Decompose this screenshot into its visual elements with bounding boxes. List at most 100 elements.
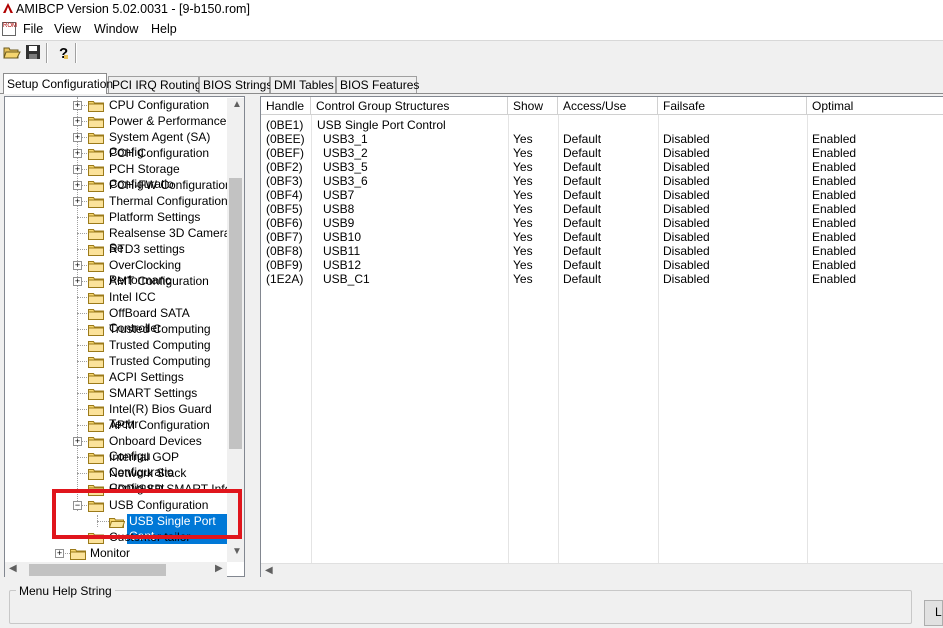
table-row[interactable]: (0BF3) USB3_6 Yes Default Disabled Enabled xyxy=(261,174,943,188)
tree-vertical-scroll-thumb[interactable] xyxy=(229,178,242,449)
column-header[interactable]: Access/Use xyxy=(558,97,658,115)
table-row[interactable]: (0BF7) USB10 Yes Default Disabled Enabled xyxy=(261,230,943,244)
expand-icon[interactable]: + xyxy=(73,181,82,190)
table-cell: (0BEE) xyxy=(266,132,305,146)
table-cell: Yes xyxy=(513,132,533,146)
table-row[interactable]: (1E2A) USB_C1 Yes Default Disabled Enabled xyxy=(261,272,943,286)
table-cell: Enabled xyxy=(812,244,857,258)
tree-item-label[interactable]: HDD/SSD SMART Infor xyxy=(109,482,235,497)
tab-pci-irq-routing[interactable]: PCI IRQ Routing xyxy=(108,76,201,93)
column-header[interactable]: Show xyxy=(508,97,558,115)
tree-guide-line xyxy=(77,313,87,314)
tree-item-label[interactable]: CPU Configuration xyxy=(109,98,209,113)
tree-item-label[interactable]: Intel ICC xyxy=(109,290,156,305)
tree-item-label[interactable]: Trusted Computing xyxy=(109,322,211,337)
save-icon[interactable] xyxy=(24,43,42,61)
open-icon[interactable] xyxy=(3,43,21,61)
table-cell: USB8 xyxy=(323,202,355,216)
table-cell: Default xyxy=(563,188,602,202)
table-cell: USB3_5 xyxy=(323,160,368,174)
corner-button[interactable]: L xyxy=(924,600,943,626)
column-header[interactable]: Optimal xyxy=(807,97,943,115)
table-row[interactable]: (0BF2) USB3_5 Yes Default Disabled Enabled xyxy=(261,160,943,174)
expand-icon[interactable]: + xyxy=(73,197,82,206)
expand-icon[interactable]: + xyxy=(73,261,82,270)
table-cell: Disabled xyxy=(663,132,710,146)
column-header[interactable]: Failsafe xyxy=(658,97,807,115)
scroll-down-icon[interactable]: ▼ xyxy=(232,546,242,557)
tree-item-label[interactable]: Monitor xyxy=(90,546,130,561)
tree-item-label[interactable]: ACPI Settings xyxy=(109,370,184,385)
expand-icon[interactable]: + xyxy=(73,165,82,174)
table-scroll-left-icon[interactable]: ◀ xyxy=(265,565,273,576)
expand-icon[interactable]: + xyxy=(73,149,82,158)
menu-help[interactable]: Help xyxy=(151,22,177,36)
tree-item-label[interactable]: PCH-FW Configuration xyxy=(109,178,232,193)
table-cell: Yes xyxy=(513,202,533,216)
tree-item-label[interactable]: Customer tailor xyxy=(109,530,190,545)
table-cell: Yes xyxy=(513,174,533,188)
tree-item-label[interactable]: Trusted Computing xyxy=(109,338,211,353)
folder-icon xyxy=(88,164,104,176)
table-cell: Default xyxy=(563,174,602,188)
scroll-up-icon[interactable]: ▲ xyxy=(232,99,242,110)
setup-tree[interactable]: + CPU Configuration + Power & Performance + S… xyxy=(4,96,245,577)
table-cell: (0BEF) xyxy=(266,146,305,160)
table-row[interactable]: (0BF4) USB7 Yes Default Disabled Enabled xyxy=(261,188,943,202)
table-cell: Enabled xyxy=(812,160,857,174)
column-header[interactable]: Handle xyxy=(261,97,311,115)
table-row[interactable]: (0BEE) USB3_1 Yes Default Disabled Enabled xyxy=(261,132,943,146)
table-row[interactable]: (0BF5) USB8 Yes Default Disabled Enabled xyxy=(261,202,943,216)
expand-icon[interactable]: + xyxy=(55,549,64,558)
expand-icon[interactable]: + xyxy=(73,437,82,446)
tree-item-label[interactable]: PCH Configuration xyxy=(109,146,209,161)
tree-guide-line xyxy=(77,329,87,330)
table-row[interactable]: (0BF9) USB12 Yes Default Disabled Enabled xyxy=(261,258,943,272)
tree-item-label[interactable]: APM Configuration xyxy=(109,418,210,433)
tab-setup-configuration[interactable]: Setup Configuration xyxy=(3,73,113,94)
table-cell: Disabled xyxy=(663,188,710,202)
table-row[interactable]: (0BEF) USB3_2 Yes Default Disabled Enabled xyxy=(261,146,943,160)
expand-icon[interactable]: + xyxy=(73,277,82,286)
scroll-right-icon[interactable]: ▶ xyxy=(215,563,223,574)
tree-guide-line xyxy=(77,425,87,426)
table-row[interactable]: (0BF6) USB9 Yes Default Disabled Enabled xyxy=(261,216,943,230)
scroll-left-icon[interactable]: ◀ xyxy=(9,563,17,574)
expand-icon[interactable]: + xyxy=(73,101,82,110)
expand-icon[interactable]: + xyxy=(73,117,82,126)
column-header[interactable]: Control Group Structures xyxy=(311,97,508,115)
table-row[interactable]: (0BF8) USB11 Yes Default Disabled Enabled xyxy=(261,244,943,258)
table-row[interactable]: (0BE1) USB Single Port Control xyxy=(261,118,943,132)
tree-item-label[interactable]: Power & Performance xyxy=(109,114,226,129)
window-title: AMIBCP Version 5.02.0031 - [9-b150.rom] xyxy=(16,2,250,16)
table-cell: Default xyxy=(563,132,602,146)
table-cell: Disabled xyxy=(663,174,710,188)
tree-item-label[interactable]: RTD3 settings xyxy=(109,242,185,257)
table-cell: Disabled xyxy=(663,202,710,216)
menu-file[interactable]: File xyxy=(23,22,43,36)
table-cell: Enabled xyxy=(812,188,857,202)
tab-bios-strings[interactable]: BIOS Strings xyxy=(199,76,272,93)
tree-horizontal-scroll-thumb[interactable] xyxy=(29,564,166,576)
tree-item-label[interactable]: USB Configuration xyxy=(109,498,208,513)
table-horizontal-scrollbar[interactable] xyxy=(261,563,943,579)
expand-icon[interactable]: + xyxy=(73,133,82,142)
tab-dmi-tables[interactable]: DMI Tables xyxy=(270,76,336,93)
help-icon[interactable]: ? xyxy=(54,43,72,61)
table-cell: USB_C1 xyxy=(323,272,370,286)
table-cell: Enabled xyxy=(812,216,857,230)
tree-item-label[interactable]: SMART Settings xyxy=(109,386,197,401)
menu-window[interactable]: Window xyxy=(94,22,138,36)
tree-item-label[interactable]: Platform Settings xyxy=(109,210,200,225)
collapse-icon[interactable]: − xyxy=(73,501,82,510)
tree-item-label[interactable]: Trusted Computing xyxy=(109,354,211,369)
control-table[interactable]: Handle Control Group Structures Show Access… xyxy=(260,96,943,577)
table-cell: (0BF9) xyxy=(266,258,303,272)
tree-item-label[interactable]: AMT Configuration xyxy=(109,274,209,289)
tree-item-label[interactable]: Thermal Configuration xyxy=(109,194,228,209)
menu-view[interactable]: View xyxy=(54,22,81,36)
table-cell: USB12 xyxy=(323,258,362,272)
tab-bios-features[interactable]: BIOS Features xyxy=(336,76,419,93)
table-cell: USB11 xyxy=(323,244,361,258)
folder-icon xyxy=(88,212,104,224)
